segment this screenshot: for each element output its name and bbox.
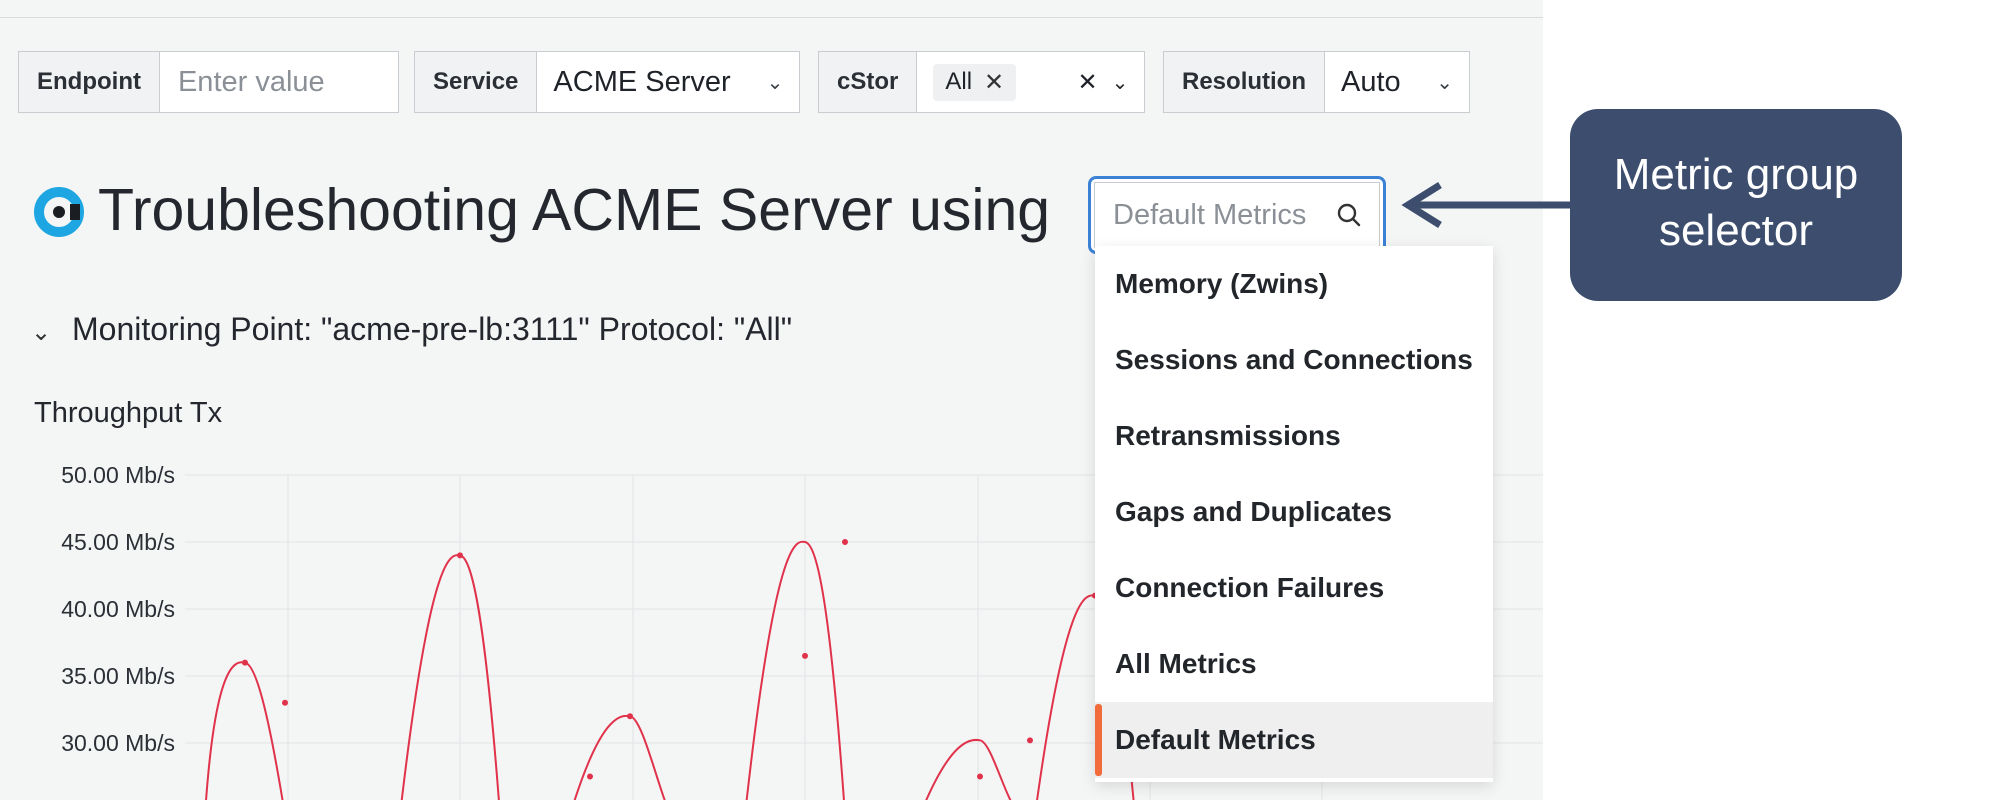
chevron-down-icon[interactable]: ⌄ <box>1436 70 1453 95</box>
data-point <box>842 539 848 545</box>
data-point <box>1027 737 1033 744</box>
chart-title: Throughput Tx <box>34 397 223 429</box>
cstor-chip: All ✕ <box>933 63 1017 101</box>
top-divider <box>0 17 1543 18</box>
data-point <box>457 552 463 559</box>
data-point <box>282 699 288 706</box>
resolution-filter: Resolution Auto ⌄ <box>1163 51 1470 113</box>
menu-item-connection-failures[interactable]: Connection Failures <box>1095 550 1493 626</box>
endpoint-filter: Endpoint <box>18 51 399 113</box>
resolution-select[interactable]: Auto ⌄ <box>1324 51 1470 113</box>
metric-group-selector[interactable] <box>1088 176 1386 254</box>
metric-group-search-input[interactable] <box>1111 197 1335 233</box>
cstor-select[interactable]: All ✕ ✕ ⌄ <box>916 51 1146 113</box>
data-point <box>242 659 248 666</box>
menu-item-sessions[interactable]: Sessions and Connections <box>1095 322 1493 398</box>
arrow-left-icon <box>1401 182 1572 228</box>
service-select[interactable]: ACME Server ⌄ <box>536 51 801 113</box>
data-point <box>627 713 633 720</box>
endpoint-input-wrap[interactable] <box>158 51 399 113</box>
metric-group-dropdown: Memory (Zwins) Sessions and Connections … <box>1095 246 1493 782</box>
app-window: Endpoint Service ACME Server ⌄ cStor All… <box>0 0 1543 800</box>
y-axis-labels: 50.00 Mb/s 45.00 Mb/s 40.00 Mb/s 35.00 Mb/s… <box>61 462 175 756</box>
clear-icon[interactable]: ✕ <box>1077 68 1097 97</box>
endpoint-input[interactable] <box>175 64 382 100</box>
endpoint-label: Endpoint <box>18 51 159 113</box>
y-tick-label: 40.00 Mb/s <box>61 596 175 622</box>
annotation-callout: Metric group selector <box>1570 109 1902 301</box>
resolution-label: Resolution <box>1163 51 1324 113</box>
menu-item-gaps[interactable]: Gaps and Duplicates <box>1095 474 1493 550</box>
chip-label: All <box>945 68 973 95</box>
page-title: Troubleshooting ACME Server using <box>98 177 1051 243</box>
monitoring-point-title: Monitoring Point: "acme-pre-lb:3111" Pro… <box>72 311 793 347</box>
service-filter: Service ACME Server ⌄ <box>414 51 801 113</box>
cstor-label: cStor <box>818 51 917 113</box>
menu-item-all-metrics[interactable]: All Metrics <box>1095 626 1493 702</box>
y-tick-label: 35.00 Mb/s <box>61 663 175 689</box>
chip-remove-icon[interactable]: ✕ <box>984 68 1004 97</box>
service-value: ACME Server <box>553 65 731 98</box>
y-tick-label: 30.00 Mb/s <box>61 730 175 756</box>
y-tick-label: 50.00 Mb/s <box>61 462 175 488</box>
cstor-filter: cStor All ✕ ✕ ⌄ <box>818 51 1146 113</box>
menu-item-retransmissions[interactable]: Retransmissions <box>1095 398 1493 474</box>
chevron-down-icon[interactable]: ⌄ <box>1112 70 1129 95</box>
menu-item-memory[interactable]: Memory (Zwins) <box>1095 246 1493 322</box>
service-label: Service <box>414 51 537 113</box>
chevron-down-icon[interactable]: ⌄ <box>767 70 784 95</box>
series-line <box>205 540 1135 800</box>
resolution-value: Auto <box>1341 65 1401 98</box>
y-tick-label: 45.00 Mb/s <box>61 529 175 555</box>
data-point <box>587 773 593 780</box>
app-logo-icon <box>34 187 84 237</box>
data-point <box>977 773 983 780</box>
data-point <box>802 652 808 659</box>
menu-item-default-metrics[interactable]: Default Metrics <box>1095 702 1493 778</box>
collapse-chevron-icon[interactable]: ⌄ <box>31 318 51 347</box>
search-icon <box>1337 203 1361 227</box>
